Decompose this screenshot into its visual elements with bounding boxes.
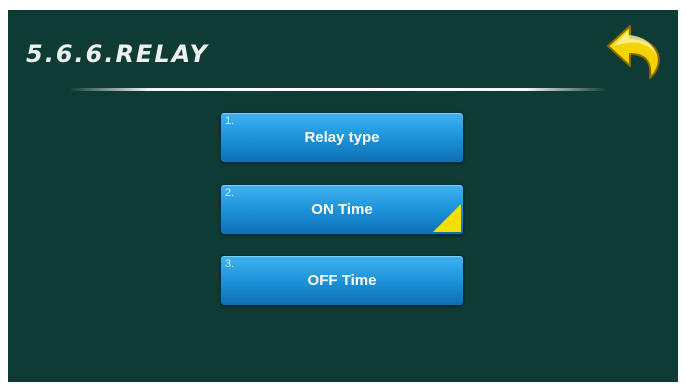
title-divider [68, 88, 608, 91]
menu-item-label: Relay type [304, 129, 380, 146]
screen: 5.6.6.RELAY 1. Relay type 2. ON Time 3. … [8, 10, 678, 382]
menu-item-off-time[interactable]: 3. OFF Time [220, 255, 464, 306]
menu-item-on-time[interactable]: 2. ON Time [220, 184, 464, 235]
menu-item-relay-type[interactable]: 1. Relay type [220, 112, 464, 163]
back-arrow-icon [607, 25, 660, 79]
menu-item-label: OFF Time [307, 272, 377, 289]
back-button[interactable] [600, 22, 670, 84]
corner-marker-icon [433, 204, 461, 232]
page-title: 5.6.6.RELAY [26, 40, 209, 68]
menu-item-label: ON Time [311, 201, 373, 218]
